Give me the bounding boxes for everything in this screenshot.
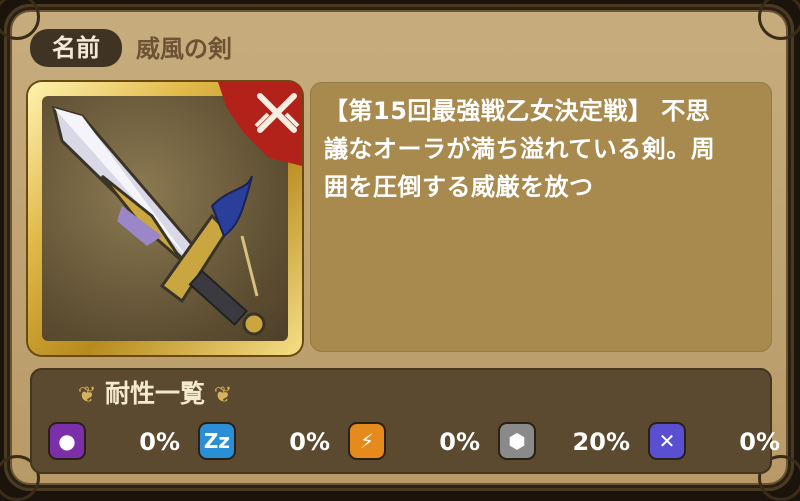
- resistance-value: 0%: [289, 428, 330, 456]
- frame-corner-ornament: [758, 0, 800, 40]
- resistance-value: 0%: [139, 428, 180, 456]
- ornament-right-icon: ❦: [213, 383, 233, 408]
- resistance-value: 0%: [439, 428, 480, 456]
- resistance-title: ❦ 耐性一覧 ❦: [30, 376, 280, 412]
- resistance-title-text: 耐性一覧: [104, 379, 205, 408]
- description-line: 議なオーラが満ち溢れている剣。周: [324, 135, 716, 163]
- ornament-left-icon: ❦: [77, 383, 97, 408]
- purple-orbs-icon: ●: [50, 424, 84, 458]
- item-name: 威風の剣: [136, 35, 232, 63]
- resistance-row: ● 0% Zz 0% ⚡ 0% ⬢ 20% ✕ 0%: [40, 420, 780, 464]
- cross-x-icon: ✕: [650, 424, 684, 458]
- resistance-value: 20%: [572, 428, 630, 456]
- resistance-panel: ❦ 耐性一覧 ❦ ● 0% Zz 0% ⚡ 0% ⬢ 20% ✕ 0%: [30, 368, 780, 474]
- resistance-value: 0%: [739, 428, 780, 456]
- description-box: 【第15回最強戦乙女決定戦】 不思 議なオーラが満ち溢れている剣。周 囲を圧倒す…: [310, 82, 772, 352]
- lightning-icon: ⚡: [350, 424, 384, 458]
- description-text: 【第15回最強戦乙女決定戦】 不思 議なオーラが満ち溢れている剣。周 囲を圧倒す…: [324, 92, 758, 206]
- description-line: 囲を圧倒する威厳を放つ: [324, 173, 594, 201]
- name-label-tag: 名前: [30, 29, 122, 67]
- item-icon-frame: ★★★★: [28, 82, 302, 428]
- description-line: 【第15回最強戦乙女決定戦】 不思: [324, 97, 711, 125]
- stone-hexagon-icon: ⬢: [500, 424, 534, 458]
- sleep-zzz-icon: Zz: [200, 424, 234, 458]
